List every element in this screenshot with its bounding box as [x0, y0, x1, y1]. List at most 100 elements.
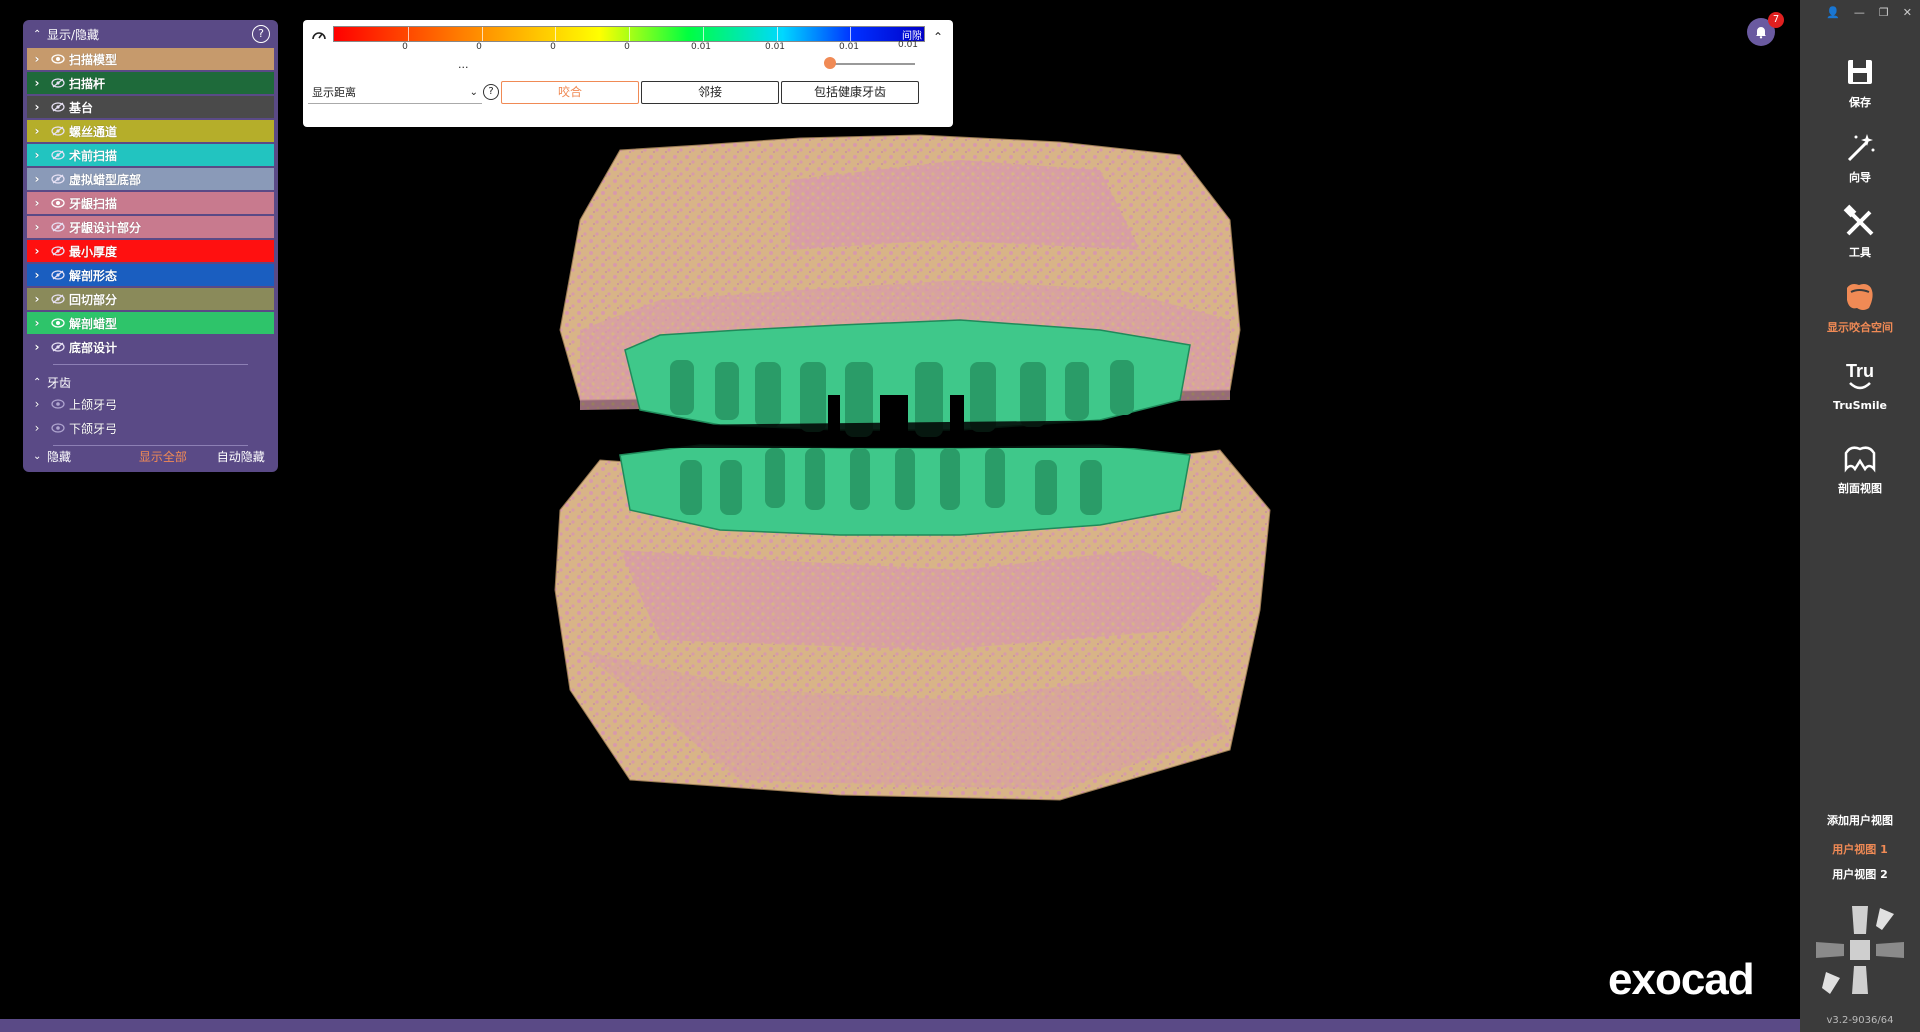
tab-proximal[interactable]: 邻接 [641, 81, 779, 104]
eye-icon[interactable] [47, 316, 69, 330]
eye-off-icon[interactable] [47, 148, 69, 162]
minimize-icon[interactable]: — [1854, 6, 1865, 19]
chevron-up-icon[interactable]: ⌃ [33, 377, 47, 388]
threshold-slider[interactable] [830, 63, 915, 65]
right-toolbar: 👤 — ❐ ✕ 保存 向导 工具 显示咬合空间 Tru TruSmile 剖面视… [1800, 0, 1920, 1032]
distance-color-scale: 间隙 [333, 26, 925, 42]
sidebar-item-layer[interactable]: › 牙龈设计部分 [27, 216, 274, 238]
sidebar-item-layer[interactable]: › 术前扫描 [27, 144, 274, 166]
trusmile-logo-text: Tru [1846, 361, 1874, 381]
chevron-right-icon[interactable]: › [27, 124, 47, 138]
collapse-panel-icon[interactable]: ⌃ [933, 30, 943, 44]
chevron-right-icon[interactable]: › [27, 148, 47, 162]
user-view-2[interactable]: 用户视图 2 [1800, 866, 1920, 882]
chevron-right-icon[interactable]: › [27, 268, 47, 282]
chevron-right-icon[interactable]: › [27, 421, 47, 435]
tab-occlusion[interactable]: 咬合 [501, 81, 639, 104]
restore-icon[interactable]: ❐ [1879, 6, 1889, 19]
threshold-slider-handle[interactable] [824, 57, 836, 69]
auto-hide-button[interactable]: 自动隐藏 [204, 448, 278, 465]
dental-model-render[interactable] [540, 130, 1280, 810]
wizard-label: 向导 [1849, 171, 1871, 184]
bottom-status-strip [0, 1019, 1800, 1032]
layer-label: 解剖蜡型 [69, 316, 118, 331]
tools-button[interactable]: 工具 [1800, 202, 1920, 260]
scale-tick-label: 0 [476, 42, 482, 52]
3d-viewport[interactable]: ⌃ 显示/隐藏 ? › 扫描模型 › 扫描杆 › 基台 › 螺丝通道 › 术前扫描 › 虚拟蜡型底部 ›… [0, 0, 1800, 1032]
chevron-right-icon[interactable]: › [27, 244, 47, 258]
eye-off-icon[interactable] [47, 340, 69, 354]
sidebar-item-layer[interactable]: › 底部设计 [27, 336, 274, 358]
eye-icon[interactable] [47, 397, 69, 411]
scale-tick-label: 0.01 [690, 42, 712, 52]
trusmile-label: TruSmile [1833, 399, 1887, 412]
window-controls: 👤 — ❐ ✕ [1826, 6, 1912, 19]
chevron-right-icon[interactable]: › [27, 76, 47, 90]
layer-label: 扫描杆 [69, 76, 106, 91]
sidebar-item-layer[interactable]: › 虚拟蜡型底部 [27, 168, 274, 190]
chevron-right-icon[interactable]: › [27, 172, 47, 186]
chevron-down-icon[interactable]: ⌄ [470, 83, 478, 103]
scale-tick-label: 0 [624, 42, 630, 52]
trusmile-button[interactable]: Tru TruSmile [1800, 357, 1920, 412]
hide-section-toggle[interactable]: ⌄ 隐藏 [23, 448, 122, 465]
eye-off-icon[interactable] [47, 172, 69, 186]
layer-label: 牙龈扫描 [69, 196, 118, 211]
chevron-right-icon[interactable]: › [27, 340, 47, 354]
teeth-section-header[interactable]: ⌃ 牙齿 [23, 371, 278, 393]
sidebar-item-layer[interactable]: › 解剖蜡型 [27, 312, 274, 334]
chevron-right-icon[interactable]: › [27, 397, 47, 411]
add-user-view-button[interactable]: 添加用户视图 [1800, 812, 1920, 828]
section-view-icon [1840, 438, 1880, 478]
chevron-right-icon[interactable]: › [27, 52, 47, 66]
layer-label: 回切部分 [69, 292, 118, 307]
chevron-right-icon[interactable]: › [27, 220, 47, 234]
eye-off-icon[interactable] [47, 244, 69, 258]
panel-title: 显示/隐藏 [47, 27, 100, 42]
sidebar-item-layer[interactable]: › 基台 [27, 96, 274, 118]
sidebar-item-layer[interactable]: › 扫描杆 [27, 72, 274, 94]
select-value: 显示距离 [312, 86, 356, 99]
view-cube-icon[interactable] [1810, 900, 1910, 1000]
sidebar-item-upper-arch[interactable]: › 上颌牙弓 [27, 393, 274, 415]
eye-off-icon[interactable] [47, 100, 69, 114]
eye-off-icon[interactable] [47, 76, 69, 90]
chevron-right-icon[interactable]: › [27, 100, 47, 114]
sidebar-item-layer[interactable]: › 牙龈扫描 [27, 192, 274, 214]
eye-off-icon[interactable] [47, 292, 69, 306]
tab-include-healthy-teeth[interactable]: 包括健康牙齿 [781, 81, 919, 104]
eye-icon[interactable] [47, 52, 69, 66]
sidebar-item-layer[interactable]: › 扫描模型 [27, 48, 274, 70]
user-icon[interactable]: 👤 [1826, 6, 1840, 19]
chevron-right-icon[interactable]: › [27, 316, 47, 330]
save-icon [1840, 52, 1880, 92]
sidebar-item-layer[interactable]: › 螺丝通道 [27, 120, 274, 142]
panel-header[interactable]: ⌃ 显示/隐藏 ? [23, 20, 278, 48]
help-icon[interactable]: ? [252, 25, 270, 43]
show-all-button[interactable]: 显示全部 [122, 448, 203, 465]
more-options-button[interactable]: ... [458, 58, 469, 71]
user-view-1[interactable]: 用户视图 1 [1800, 841, 1920, 857]
display-mode-select[interactable]: 显示距离 ⌄ [308, 83, 482, 104]
help-icon[interactable]: ? [483, 84, 499, 100]
sidebar-item-lower-arch[interactable]: › 下颌牙弓 [27, 417, 274, 439]
sidebar-item-layer[interactable]: › 最小厚度 [27, 240, 274, 262]
eye-icon[interactable] [47, 421, 69, 435]
close-icon[interactable]: ✕ [1903, 6, 1912, 19]
chevron-up-icon[interactable]: ⌃ [33, 29, 47, 40]
sidebar-item-layer[interactable]: › 解剖形态 [27, 264, 274, 286]
chevron-right-icon[interactable]: › [27, 196, 47, 210]
save-button[interactable]: 保存 [1800, 52, 1920, 110]
eye-off-icon[interactable] [47, 220, 69, 234]
wizard-button[interactable]: 向导 [1800, 127, 1920, 185]
scale-tick-label: 0.01 [897, 40, 919, 50]
sidebar-item-layer[interactable]: › 回切部分 [27, 288, 274, 310]
chevron-down-icon[interactable]: ⌄ [33, 451, 47, 462]
section-view-button[interactable]: 剖面视图 [1800, 438, 1920, 496]
eye-off-icon[interactable] [47, 268, 69, 282]
chevron-right-icon[interactable]: › [27, 292, 47, 306]
show-occlusion-space-button[interactable]: 显示咬合空间 [1800, 277, 1920, 335]
eye-icon[interactable] [47, 196, 69, 210]
eye-off-icon[interactable] [47, 124, 69, 138]
gauge-icon[interactable] [311, 28, 327, 44]
